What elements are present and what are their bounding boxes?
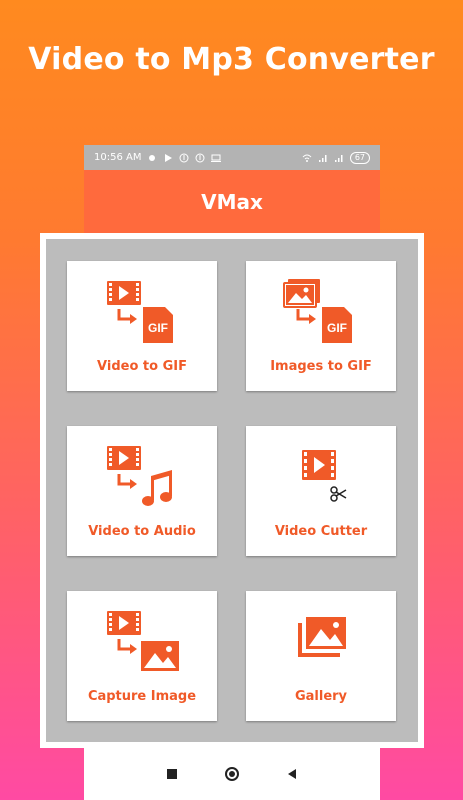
signal-icon <box>318 154 327 162</box>
menu-card-gallery[interactable]: Gallery <box>246 591 396 721</box>
menu-label-video-cutter: Video Cutter <box>274 524 368 539</box>
menu-card-video-cutter[interactable]: Video Cutter <box>246 426 396 556</box>
status-left: 10:56 AM <box>94 152 222 163</box>
svg-text:GIF: GIF <box>327 321 347 335</box>
battery-indicator: 67 <box>349 151 370 164</box>
back-icon[interactable] <box>286 768 298 780</box>
status-bar: 10:56 AM 67 <box>84 145 380 170</box>
menu-label-video-to-gif: Video to GIF <box>97 359 187 374</box>
video-cutter-icon <box>302 450 347 502</box>
settings-icon <box>149 154 156 161</box>
download-icon-2 <box>195 153 205 162</box>
video-to-audio-icon <box>107 446 172 506</box>
menu-card-video-to-gif[interactable]: GIF Video to GIF <box>67 261 217 391</box>
wifi-icon <box>302 154 312 162</box>
menu-label-capture-image: Capture Image <box>87 689 197 704</box>
menu-grid: GIF Video to GIF GIF Images to GIF Video… <box>46 239 418 742</box>
signal-icon-2 <box>334 154 343 162</box>
menu-label-video-to-audio: Video to Audio <box>88 524 196 539</box>
status-time: 10:56 AM <box>94 152 142 163</box>
menu-card-video-to-audio[interactable]: Video to Audio <box>67 426 217 556</box>
app-bar: VMax <box>84 170 380 233</box>
hero-title: Video to Mp3 Converter <box>28 42 435 77</box>
images-to-gif-icon: GIF <box>283 279 352 343</box>
download-icon <box>179 153 189 162</box>
home-icon[interactable] <box>224 766 240 782</box>
status-right: 67 <box>302 151 370 164</box>
menu-card-images-to-gif[interactable]: GIF Images to GIF <box>246 261 396 391</box>
laptop-icon <box>211 154 222 162</box>
menu-panel: GIF Video to GIF GIF Images to GIF Video… <box>40 233 424 748</box>
gallery-icon <box>298 617 346 657</box>
svg-text:GIF: GIF <box>148 321 168 335</box>
menu-label-gallery: Gallery <box>294 689 348 704</box>
recents-icon[interactable] <box>166 768 178 780</box>
menu-card-capture-image[interactable]: Capture Image <box>67 591 217 721</box>
play-icon <box>165 153 173 162</box>
nav-bar <box>84 748 380 800</box>
menu-label-images-to-gif: Images to GIF <box>270 359 372 374</box>
video-to-gif-icon: GIF <box>107 281 173 343</box>
app-title: VMax <box>201 189 263 214</box>
capture-image-icon <box>107 611 179 671</box>
